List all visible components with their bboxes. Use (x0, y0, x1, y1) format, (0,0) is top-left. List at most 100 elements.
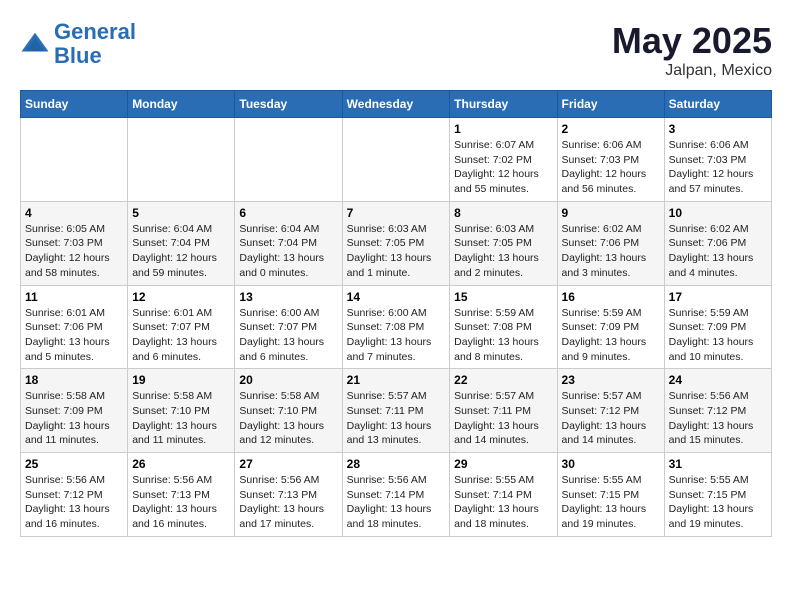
calendar-week-row: 18 Sunrise: 5:58 AM Sunset: 7:09 PM Dayli… (21, 369, 772, 453)
table-row: 1Sunrise: 6:07 AM Sunset: 7:02 PM Daylig… (450, 118, 557, 202)
day-number: 18 (25, 373, 123, 387)
day-number: 26 (132, 457, 230, 471)
table-row: 9 Sunrise: 6:02 AM Sunset: 7:06 PM Daylig… (557, 201, 664, 285)
day-info: Sunrise: 5:55 AM Sunset: 7:15 PM Dayligh… (669, 473, 767, 532)
day-number: 17 (669, 290, 767, 304)
day-number: 14 (347, 290, 446, 304)
page-header: General Blue May 2025 Jalpan, Mexico (20, 20, 772, 80)
day-number: 7 (347, 206, 446, 220)
day-info: Sunrise: 5:58 AM Sunset: 7:10 PM Dayligh… (132, 389, 230, 448)
day-info: Sunrise: 5:56 AM Sunset: 7:12 PM Dayligh… (669, 389, 767, 448)
table-row: 5 Sunrise: 6:04 AM Sunset: 7:04 PM Daylig… (128, 201, 235, 285)
day-number: 21 (347, 373, 446, 387)
table-row: 3Sunrise: 6:06 AM Sunset: 7:03 PM Daylig… (664, 118, 771, 202)
day-number: 22 (454, 373, 552, 387)
col-wednesday: Wednesday (342, 91, 450, 118)
table-row: 29 Sunrise: 5:55 AM Sunset: 7:14 PM Dayli… (450, 453, 557, 537)
day-info: Sunrise: 5:56 AM Sunset: 7:12 PM Dayligh… (25, 473, 123, 532)
day-info: Sunrise: 6:01 AM Sunset: 7:07 PM Dayligh… (132, 306, 230, 365)
table-row (342, 118, 450, 202)
day-number: 23 (562, 373, 660, 387)
day-info: Sunrise: 6:04 AM Sunset: 7:04 PM Dayligh… (132, 222, 230, 281)
day-info: Sunrise: 5:56 AM Sunset: 7:13 PM Dayligh… (132, 473, 230, 532)
day-info: Sunrise: 6:02 AM Sunset: 7:06 PM Dayligh… (562, 222, 660, 281)
table-row: 26 Sunrise: 5:56 AM Sunset: 7:13 PM Dayli… (128, 453, 235, 537)
day-number: 30 (562, 457, 660, 471)
table-row: 23 Sunrise: 5:57 AM Sunset: 7:12 PM Dayli… (557, 369, 664, 453)
day-number: 15 (454, 290, 552, 304)
day-info: Sunrise: 6:01 AM Sunset: 7:06 PM Dayligh… (25, 306, 123, 365)
day-number: 2 (562, 122, 660, 136)
day-number: 25 (25, 457, 123, 471)
col-sunday: Sunday (21, 91, 128, 118)
day-number: 29 (454, 457, 552, 471)
day-number: 24 (669, 373, 767, 387)
day-number: 3 (669, 122, 767, 136)
table-row: 12 Sunrise: 6:01 AM Sunset: 7:07 PM Dayli… (128, 285, 235, 369)
table-row: 20 Sunrise: 5:58 AM Sunset: 7:10 PM Dayli… (235, 369, 342, 453)
day-info: Sunrise: 5:55 AM Sunset: 7:14 PM Dayligh… (454, 473, 552, 532)
month-title: May 2025 (612, 20, 772, 62)
logo: General Blue (20, 20, 136, 68)
day-info: Sunrise: 5:56 AM Sunset: 7:13 PM Dayligh… (239, 473, 337, 532)
day-number: 31 (669, 457, 767, 471)
col-friday: Friday (557, 91, 664, 118)
table-row (21, 118, 128, 202)
title-block: May 2025 Jalpan, Mexico (612, 20, 772, 80)
table-row: 14 Sunrise: 6:00 AM Sunset: 7:08 PM Dayli… (342, 285, 450, 369)
day-number: 20 (239, 373, 337, 387)
table-row: 30Sunrise: 5:55 AM Sunset: 7:15 PM Dayli… (557, 453, 664, 537)
table-row: 13 Sunrise: 6:00 AM Sunset: 7:07 PM Dayli… (235, 285, 342, 369)
table-row: 18 Sunrise: 5:58 AM Sunset: 7:09 PM Dayli… (21, 369, 128, 453)
table-row: 7Sunrise: 6:03 AM Sunset: 7:05 PM Daylig… (342, 201, 450, 285)
calendar-week-row: 11 Sunrise: 6:01 AM Sunset: 7:06 PM Dayli… (21, 285, 772, 369)
day-number: 4 (25, 206, 123, 220)
day-info: Sunrise: 5:57 AM Sunset: 7:12 PM Dayligh… (562, 389, 660, 448)
day-number: 5 (132, 206, 230, 220)
day-info: Sunrise: 6:04 AM Sunset: 7:04 PM Dayligh… (239, 222, 337, 281)
day-number: 11 (25, 290, 123, 304)
day-info: Sunrise: 6:05 AM Sunset: 7:03 PM Dayligh… (25, 222, 123, 281)
day-info: Sunrise: 6:02 AM Sunset: 7:06 PM Dayligh… (669, 222, 767, 281)
day-info: Sunrise: 5:59 AM Sunset: 7:09 PM Dayligh… (669, 306, 767, 365)
col-saturday: Saturday (664, 91, 771, 118)
calendar-week-row: 25 Sunrise: 5:56 AM Sunset: 7:12 PM Dayli… (21, 453, 772, 537)
day-number: 10 (669, 206, 767, 220)
table-row: 11 Sunrise: 6:01 AM Sunset: 7:06 PM Dayli… (21, 285, 128, 369)
table-row: 17 Sunrise: 5:59 AM Sunset: 7:09 PM Dayli… (664, 285, 771, 369)
table-row: 16Sunrise: 5:59 AM Sunset: 7:09 PM Dayli… (557, 285, 664, 369)
table-row: 27 Sunrise: 5:56 AM Sunset: 7:13 PM Dayli… (235, 453, 342, 537)
calendar-week-row: 1Sunrise: 6:07 AM Sunset: 7:02 PM Daylig… (21, 118, 772, 202)
table-row (235, 118, 342, 202)
table-row: 21Sunrise: 5:57 AM Sunset: 7:11 PM Dayli… (342, 369, 450, 453)
col-monday: Monday (128, 91, 235, 118)
day-number: 12 (132, 290, 230, 304)
table-row: 22Sunrise: 5:57 AM Sunset: 7:11 PM Dayli… (450, 369, 557, 453)
table-row: 10 Sunrise: 6:02 AM Sunset: 7:06 PM Dayli… (664, 201, 771, 285)
day-number: 9 (562, 206, 660, 220)
table-row: 15Sunrise: 5:59 AM Sunset: 7:08 PM Dayli… (450, 285, 557, 369)
calendar-header-row: Sunday Monday Tuesday Wednesday Thursday… (21, 91, 772, 118)
day-info: Sunrise: 6:03 AM Sunset: 7:05 PM Dayligh… (454, 222, 552, 281)
logo-text: General Blue (54, 20, 136, 68)
day-info: Sunrise: 6:00 AM Sunset: 7:08 PM Dayligh… (347, 306, 446, 365)
logo-line1: General (54, 19, 136, 44)
day-info: Sunrise: 5:58 AM Sunset: 7:09 PM Dayligh… (25, 389, 123, 448)
logo-icon (20, 29, 50, 59)
day-number: 8 (454, 206, 552, 220)
day-info: Sunrise: 5:56 AM Sunset: 7:14 PM Dayligh… (347, 473, 446, 532)
day-number: 27 (239, 457, 337, 471)
day-number: 19 (132, 373, 230, 387)
logo-line2: Blue (54, 43, 102, 68)
day-info: Sunrise: 6:00 AM Sunset: 7:07 PM Dayligh… (239, 306, 337, 365)
day-number: 6 (239, 206, 337, 220)
table-row: 25 Sunrise: 5:56 AM Sunset: 7:12 PM Dayli… (21, 453, 128, 537)
day-number: 28 (347, 457, 446, 471)
day-info: Sunrise: 5:58 AM Sunset: 7:10 PM Dayligh… (239, 389, 337, 448)
table-row: 31 Sunrise: 5:55 AM Sunset: 7:15 PM Dayli… (664, 453, 771, 537)
day-number: 1 (454, 122, 552, 136)
table-row: 28 Sunrise: 5:56 AM Sunset: 7:14 PM Dayli… (342, 453, 450, 537)
location: Jalpan, Mexico (612, 62, 772, 80)
day-number: 13 (239, 290, 337, 304)
calendar-week-row: 4 Sunrise: 6:05 AM Sunset: 7:03 PM Daylig… (21, 201, 772, 285)
